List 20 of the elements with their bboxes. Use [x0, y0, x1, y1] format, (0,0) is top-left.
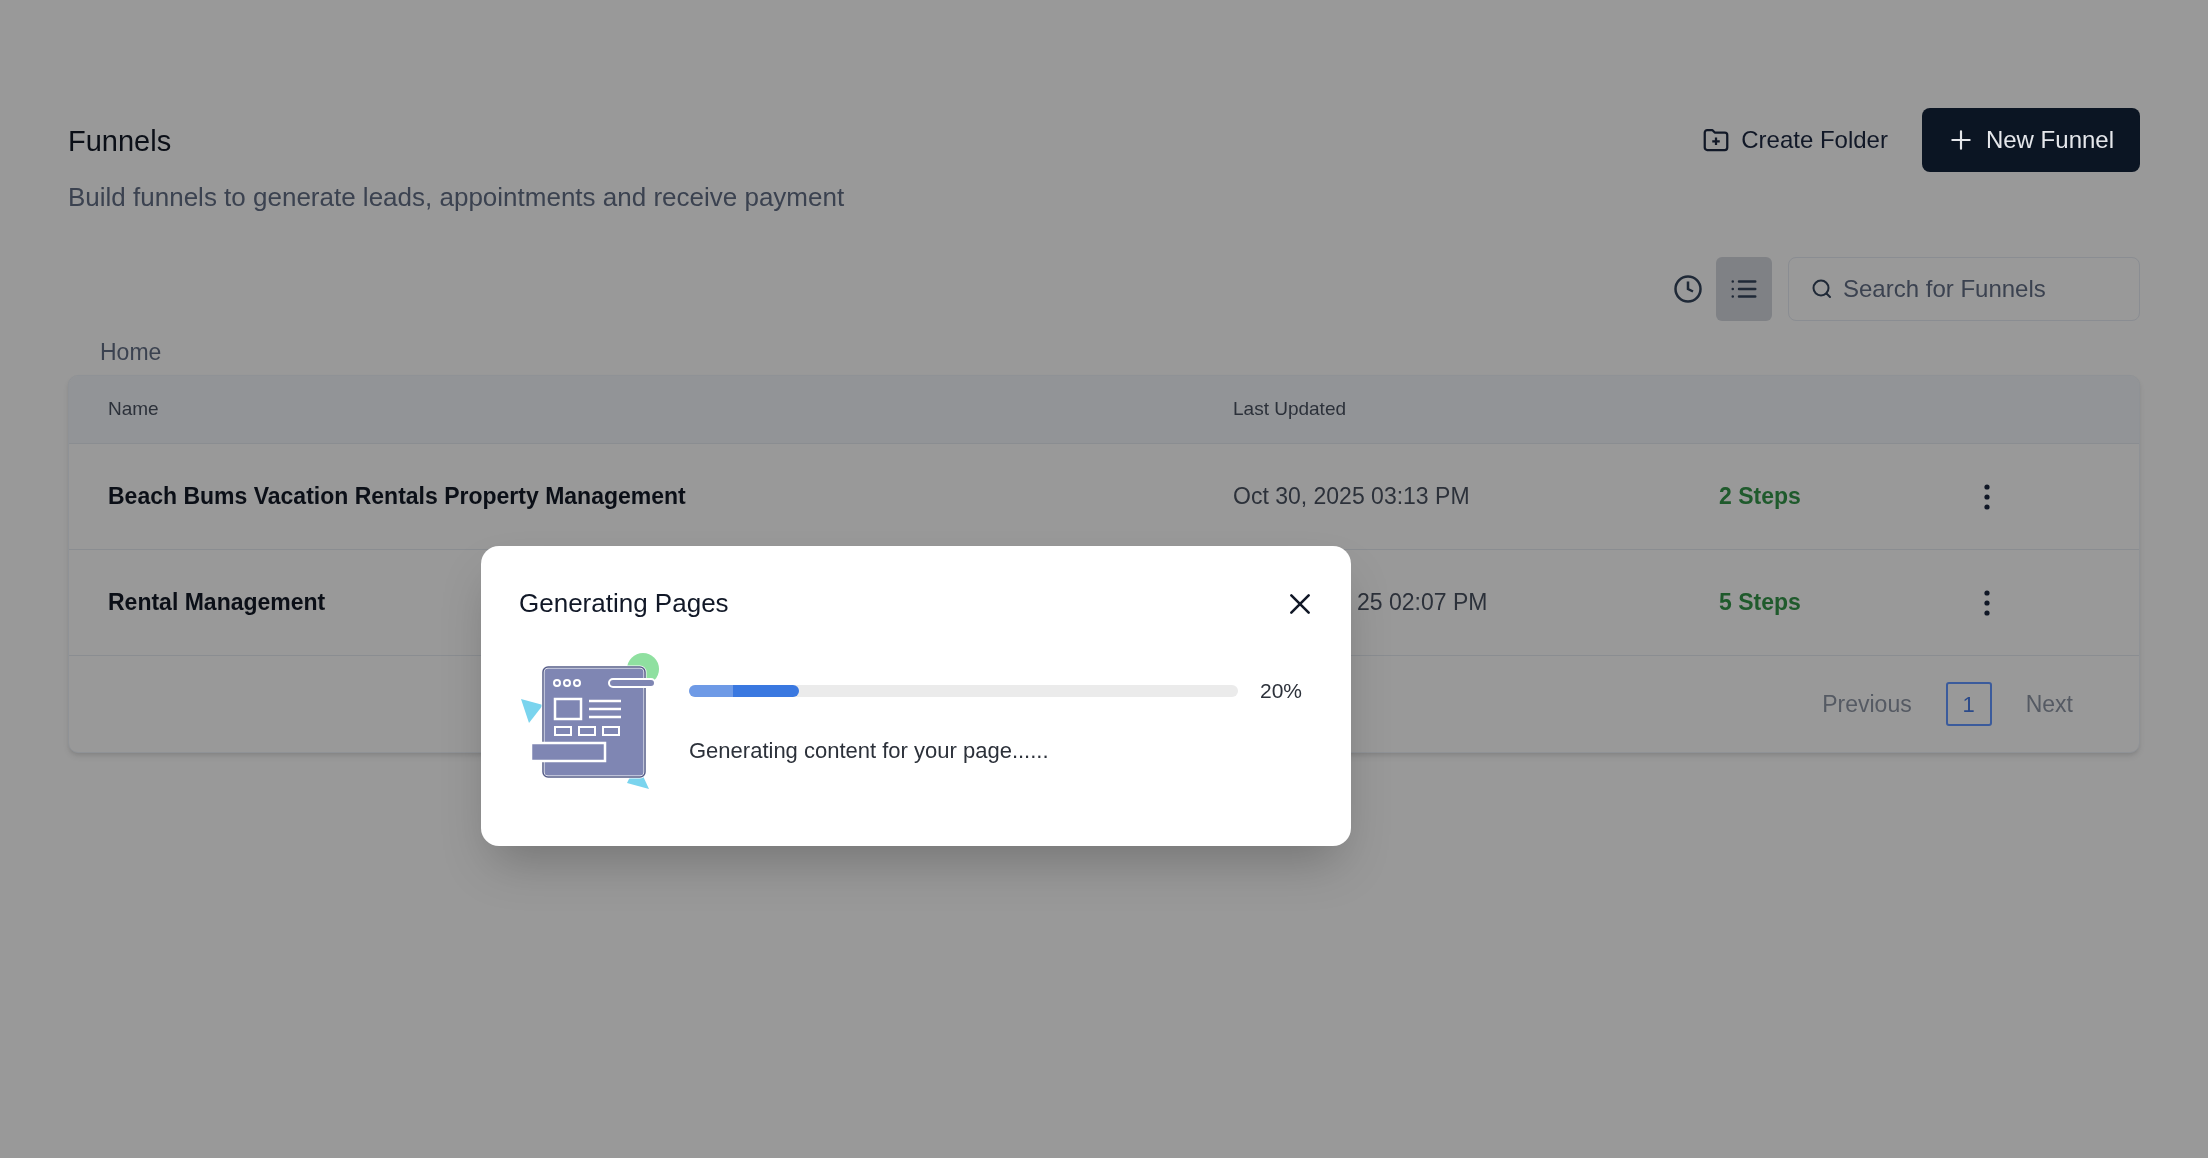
dialog-title: Generating Pages: [519, 587, 729, 620]
breadcrumb-link[interactable]: Home: [100, 334, 162, 369]
create-folder-button[interactable]: Create Folder: [1691, 108, 1898, 172]
progress-message: Generating content for your page......: [689, 737, 1050, 766]
column-header: Last Updated: [1233, 397, 1347, 422]
column-header: Name: [107, 397, 160, 422]
search-field[interactable]: Search for Funnels: [1788, 256, 2140, 321]
view-toggle[interactable]: [1716, 256, 1772, 321]
page-subtitle: Build funnels to generate leads, appointments and receive payment: [68, 180, 845, 214]
clock-icon: [1673, 273, 1703, 304]
steps-count: 2 Steps: [1719, 482, 1802, 512]
more-icon[interactable]: [1984, 589, 1990, 616]
funnel-name[interactable]: Beach Bums Vacation Rentals Property Management: [69, 479, 1233, 514]
table-cell: 25 02:07 PM: [1357, 589, 1488, 616]
page-title: Funnels: [68, 124, 173, 159]
steps-count: 5 Steps: [1719, 588, 1802, 618]
more-icon[interactable]: [1984, 483, 1990, 510]
progress-percent: 20%: [1260, 677, 1303, 704]
table-cell: Oct 30, 2025 03:13 PM: [1233, 483, 1470, 510]
new-funnel-button[interactable]: New Funnel: [1921, 108, 2140, 172]
